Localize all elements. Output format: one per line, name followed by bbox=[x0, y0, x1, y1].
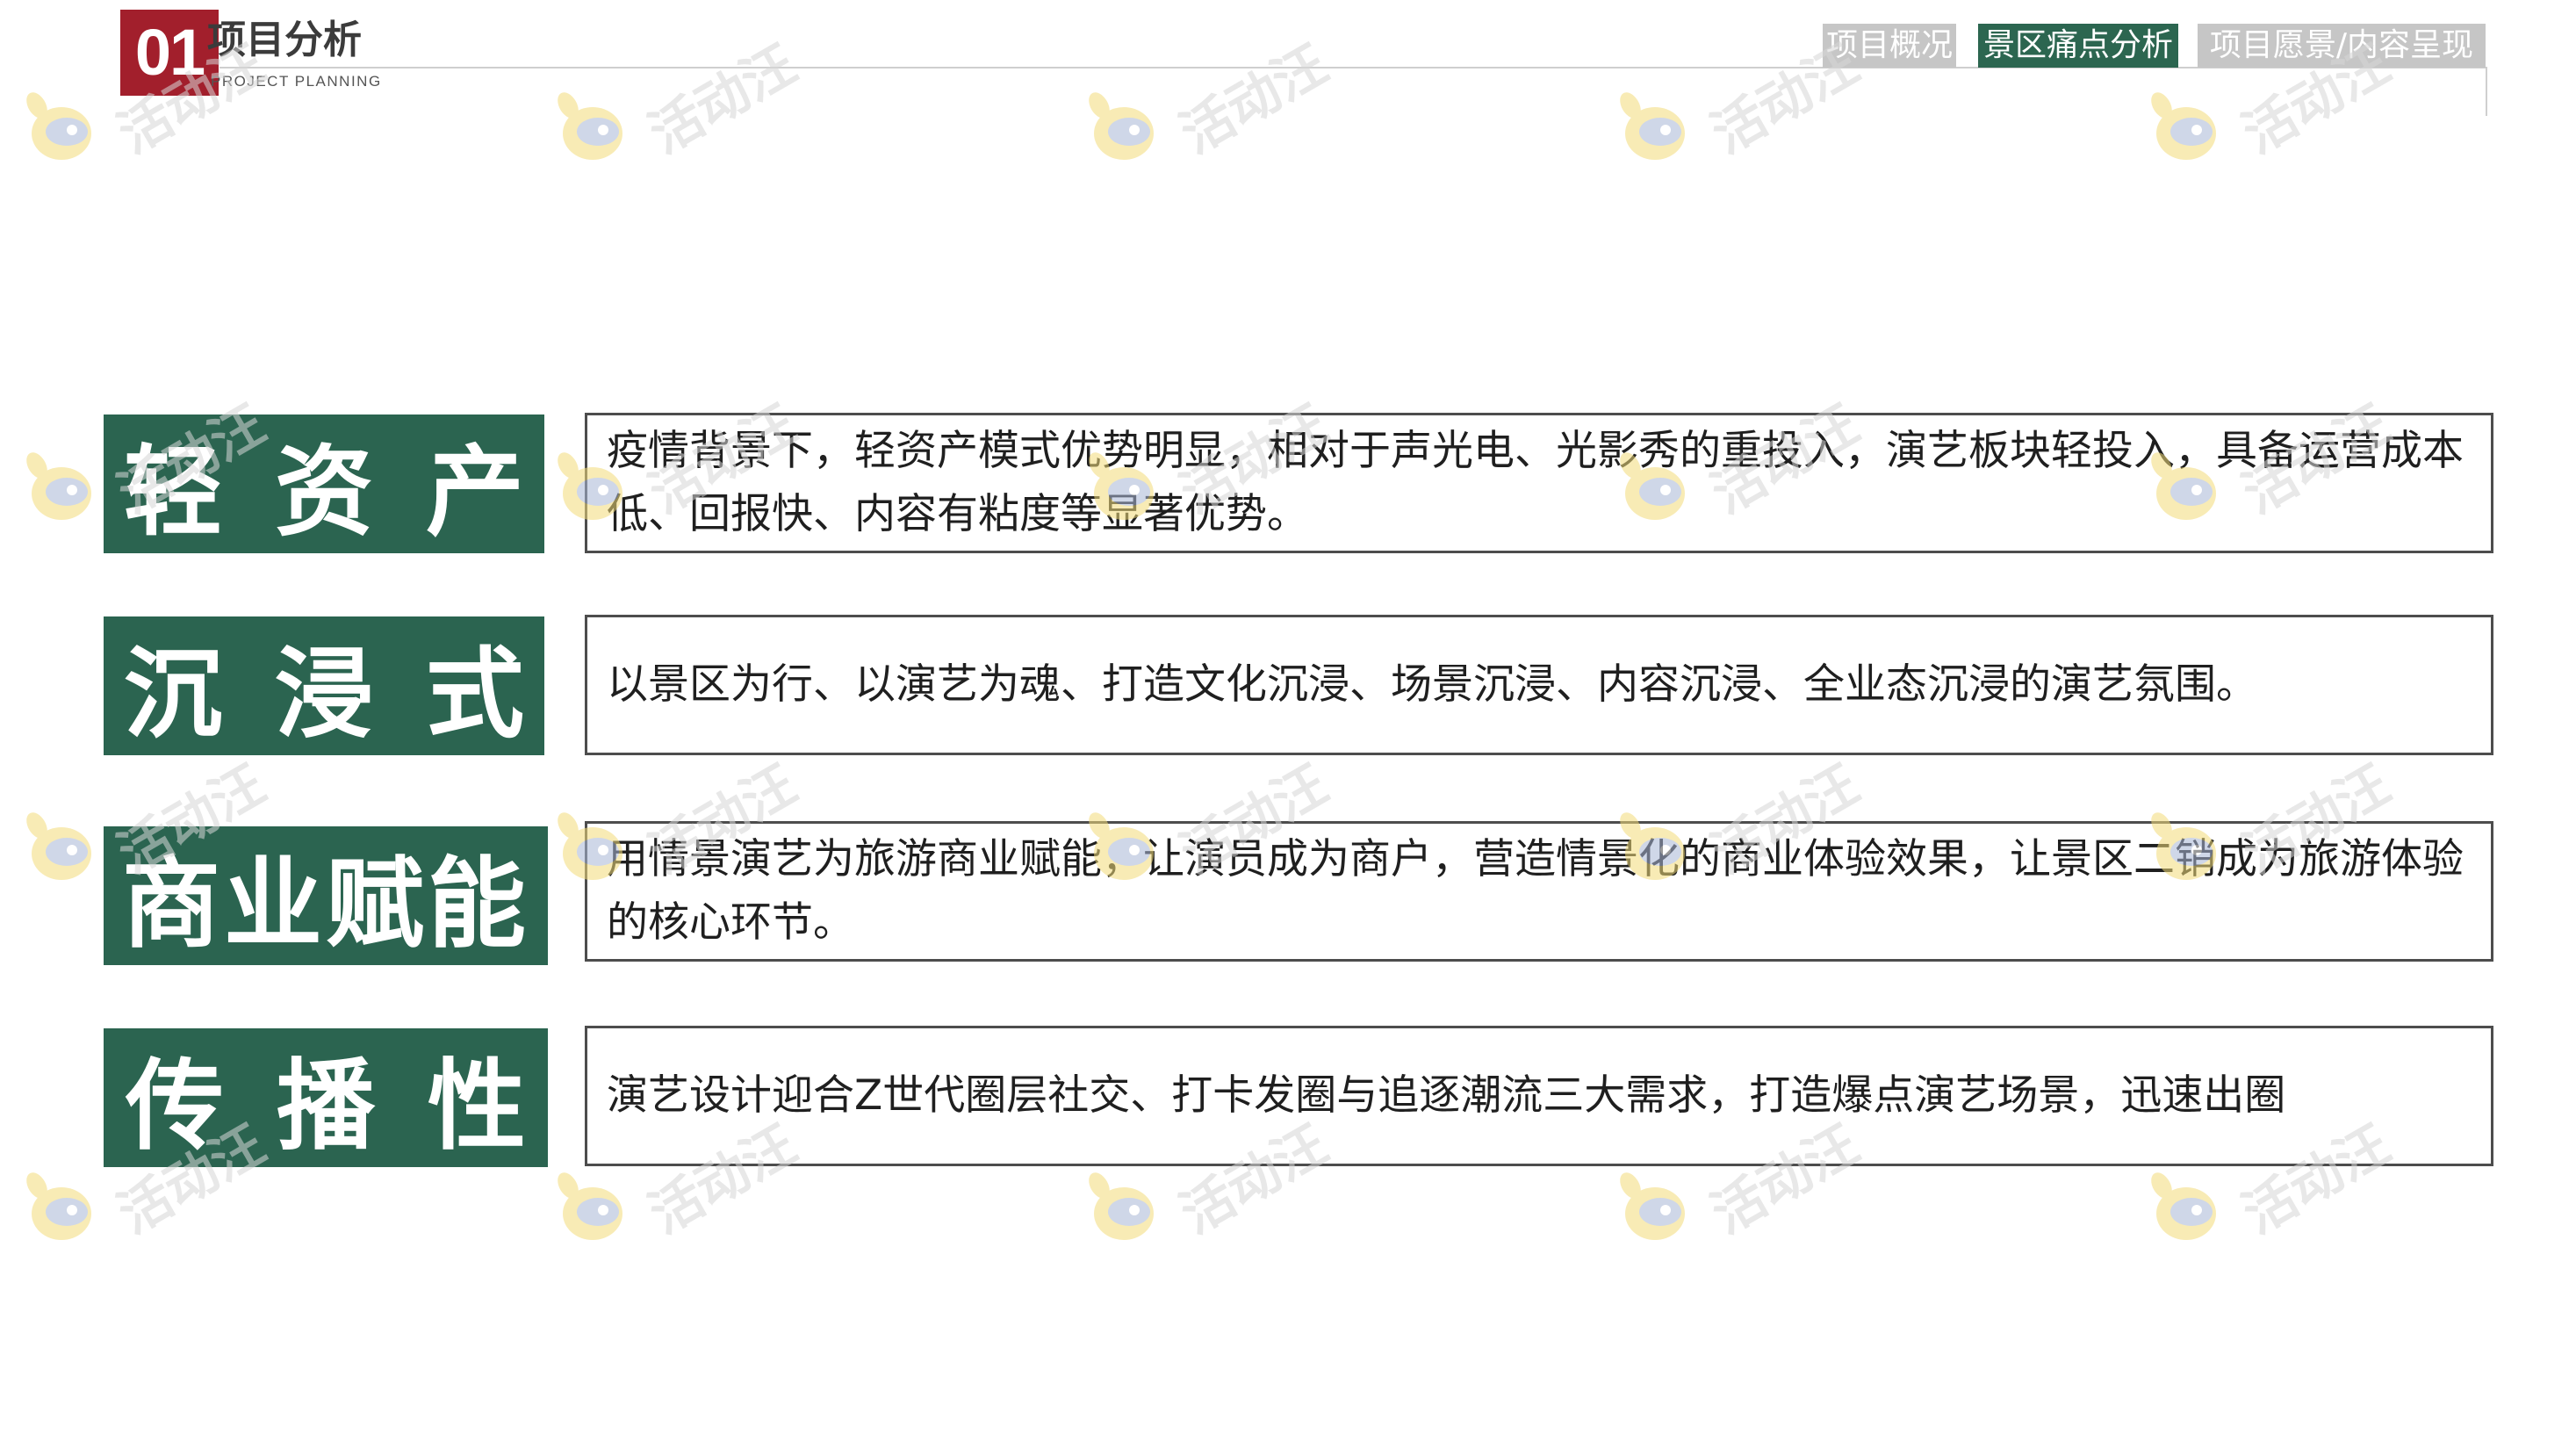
row-label-commercial-empowerment: 商业赋能 bbox=[104, 826, 548, 965]
mascot-icon bbox=[26, 92, 91, 160]
section-title: 项目分析 bbox=[207, 18, 362, 62]
row-box-light-asset: 疫情背景下，轻资产模式优势明显，相对于声光电、光影秀的重投入，演艺板块轻投入，具… bbox=[585, 413, 2493, 553]
mascot-icon bbox=[26, 452, 91, 520]
header-divider-end bbox=[2486, 67, 2487, 116]
row-label-immersive: 沉浸式 bbox=[104, 616, 544, 755]
row-label-light-asset: 轻资产 bbox=[104, 415, 544, 553]
row-label-virality: 传播性 bbox=[104, 1028, 548, 1167]
tab-pain-point-analysis[interactable]: 景区痛点分析 bbox=[1978, 24, 2178, 68]
row-box-commercial-empowerment: 用情景演艺为旅游商业赋能，让演员成为商户，营造情景化的商业体验效果，让景区二销成… bbox=[585, 821, 2493, 962]
mascot-icon bbox=[558, 92, 622, 160]
row-box-immersive: 以景区为行、以演艺为魂、打造文化沉浸、场景沉浸、内容沉浸、全业态沉浸的演艺氛围。 bbox=[585, 615, 2493, 755]
mascot-icon bbox=[26, 812, 91, 880]
row-box-virality: 演艺设计迎合Z世代圈层社交、打卡发圈与追逐潮流三大需求，打造爆点演艺场景，迅速出… bbox=[585, 1026, 2493, 1166]
watermark: 活动汪 bbox=[1080, 26, 1343, 167]
section-number-badge: 01 bbox=[120, 10, 219, 96]
mascot-icon bbox=[2151, 92, 2216, 160]
mascot-icon bbox=[1089, 1172, 1154, 1240]
watermark: 活动汪 bbox=[549, 26, 812, 167]
mascot-icon bbox=[1089, 92, 1154, 160]
row-text-virality: 演艺设计迎合Z世代圈层社交、打卡发圈与追逐潮流三大需求，打造爆点演艺场景，迅速出… bbox=[607, 1071, 2286, 1120]
section-subtitle: PROJECT PLANNING bbox=[211, 73, 382, 90]
tab-project-vision[interactable]: 项目愿景/内容呈现 bbox=[2198, 24, 2486, 68]
tab-project-overview[interactable]: 项目概况 bbox=[1823, 24, 1956, 68]
mascot-icon bbox=[1620, 92, 1685, 160]
row-text-commercial-empowerment: 用情景演艺为旅游商业赋能，让演员成为商户，营造情景化的商业体验效果，让景区二销成… bbox=[607, 835, 2464, 947]
mascot-icon bbox=[558, 1172, 622, 1240]
watermark-text: 活动汪 bbox=[1170, 33, 1338, 166]
mascot-icon bbox=[2151, 1172, 2216, 1240]
mascot-icon bbox=[26, 1172, 91, 1240]
row-text-immersive: 以景区为行、以演艺为魂、打造文化沉浸、场景沉浸、内容沉浸、全业态沉浸的演艺氛围。 bbox=[607, 660, 2257, 709]
mascot-icon bbox=[1620, 1172, 1685, 1240]
watermark-text: 活动汪 bbox=[639, 33, 807, 166]
row-text-light-asset: 疫情背景下，轻资产模式优势明显，相对于声光电、光影秀的重投入，演艺板块轻投入，具… bbox=[607, 427, 2464, 538]
